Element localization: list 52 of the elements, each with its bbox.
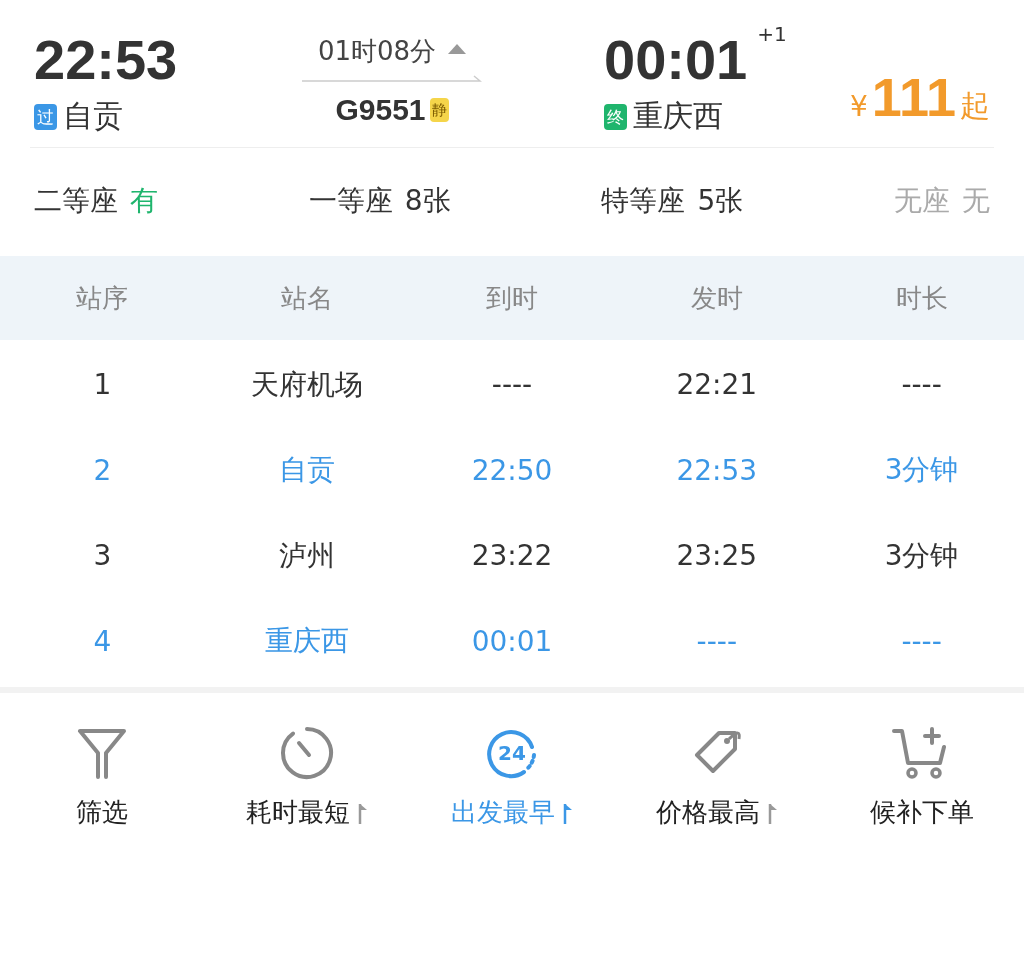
table-cell-text: 3分钟 <box>883 537 960 574</box>
seat-class: 无座 <box>894 182 950 219</box>
table-cell-text: ---- <box>695 624 738 658</box>
currency-symbol: ¥ <box>850 90 868 123</box>
seat-availability: 有 <box>130 182 158 219</box>
table-cell-text: 22:50 <box>470 453 554 487</box>
duration: 01时08分 <box>317 35 437 68</box>
table-cell-text: 23:25 <box>675 539 759 573</box>
expand-arrow-icon[interactable] <box>448 43 467 54</box>
table-cell-text: 泸州 <box>278 537 337 574</box>
toolbar-button[interactable]: 价格最高 <box>614 725 820 830</box>
toolbar-button[interactable]: 筛选 <box>0 725 205 830</box>
table-cell-text: 4 <box>92 624 113 658</box>
arrival-time: 00:01 <box>604 28 748 92</box>
table-cell-text: 重庆西 <box>264 623 351 660</box>
seat-availability: 无 <box>962 182 990 219</box>
table-cell-text: 天府机场 <box>250 366 365 403</box>
seat-availability: 8张 <box>404 182 451 219</box>
seat-class: 一等座 <box>308 182 393 219</box>
column-header: 到时 <box>485 281 539 315</box>
column-header: 站名 <box>280 281 335 315</box>
table-cell-text: 22:21 <box>675 368 759 402</box>
toolbar-button[interactable]: 耗时最短 <box>204 725 410 830</box>
table-cell-text: ---- <box>490 368 534 402</box>
table-cell-text: 00:01 <box>470 624 554 658</box>
table-cell-text: ---- <box>900 368 943 402</box>
column-header: 时长 <box>894 281 949 315</box>
departure-station: 自贡 <box>63 97 123 135</box>
toolbar-button[interactable]: 候补下单 <box>819 725 1024 830</box>
timer-icon <box>279 725 336 781</box>
table-cell-text: 自贡 <box>278 452 337 489</box>
day-offset: +1 <box>757 22 787 46</box>
quiet-tag: 静 <box>429 98 449 122</box>
table-cell-text: 3 <box>92 539 113 573</box>
price-suffix: 起 <box>960 87 990 125</box>
table-cell-text: 3分钟 <box>883 452 960 489</box>
arrival-station: 重庆西 <box>633 97 723 135</box>
table-cell-text: 22:53 <box>675 453 759 487</box>
seat-class: 特等座 <box>601 182 686 219</box>
column-header: 发时 <box>689 281 744 315</box>
table-cell-text: 23:22 <box>470 539 554 573</box>
station-tag: 终 <box>604 103 627 130</box>
table-cell-text: 2 <box>92 453 113 487</box>
train-number: G9551 <box>335 93 426 127</box>
table-cell-text: 1 <box>92 368 113 402</box>
price: 111 <box>871 66 956 128</box>
seat-availability: 5张 <box>697 182 744 219</box>
column-header: 站序 <box>75 281 130 315</box>
table-cell-text: ---- <box>900 624 943 658</box>
seat-class: 二等座 <box>34 182 118 219</box>
departure-time: 22:53 <box>34 28 179 92</box>
station-tag: 过 <box>34 103 57 130</box>
